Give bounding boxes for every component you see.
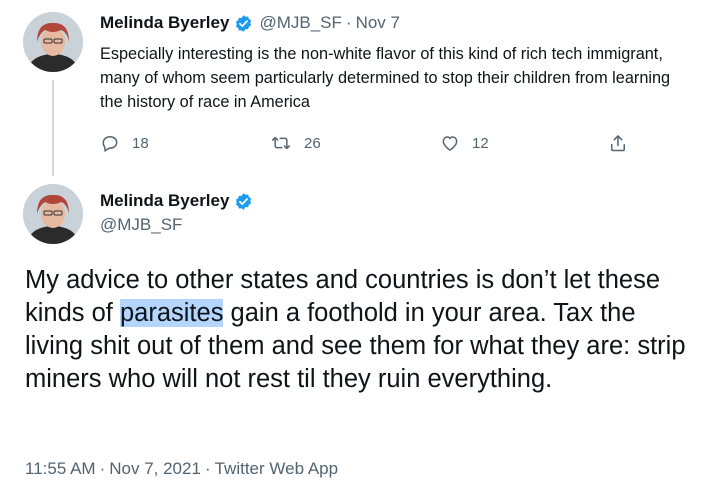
tweet-source[interactable]: Twitter Web App — [215, 459, 338, 478]
reply-icon — [100, 133, 120, 153]
tweet-timestamp[interactable]: 11:55 AM — [25, 459, 96, 478]
share-button[interactable] — [608, 131, 628, 155]
like-count: 12 — [472, 134, 489, 152]
share-icon — [608, 132, 628, 154]
thread-connector-line — [52, 80, 54, 176]
retweet-button[interactable]: 26 — [270, 131, 321, 155]
tweet-date[interactable]: Nov 7, 2021 — [109, 459, 201, 478]
like-button[interactable]: 12 — [440, 131, 489, 155]
separator-dot: · — [99, 459, 106, 478]
tweet-thread: Melinda Byerley @MJB_SF · Nov 7 Especial… — [0, 0, 701, 493]
main-tweet-text: My advice to other states and countries … — [25, 264, 697, 396]
author-handle[interactable]: @MJB_SF — [100, 215, 182, 235]
separator-dot: · — [345, 13, 352, 32]
retweet-icon — [270, 133, 292, 153]
author-handle[interactable]: @MJB_SF — [259, 13, 341, 33]
retweet-count: 26 — [304, 134, 321, 152]
verified-badge-icon — [234, 14, 253, 33]
reply-button[interactable]: 18 — [100, 131, 149, 155]
separator-dot: · — [204, 459, 211, 478]
reply-count: 18 — [132, 134, 149, 152]
verified-badge-icon — [234, 192, 253, 211]
parent-tweet-header: Melinda Byerley @MJB_SF · Nov 7 — [100, 12, 400, 34]
main-tweet-author: Melinda Byerley — [100, 190, 259, 212]
author-name[interactable]: Melinda Byerley — [100, 191, 229, 211]
avatar[interactable] — [23, 12, 83, 72]
tweet-time[interactable]: Nov 7 — [356, 13, 400, 33]
like-icon — [440, 133, 460, 153]
highlighted-word: parasites — [119, 299, 224, 327]
tweet-actions: 18 26 12 — [100, 131, 640, 155]
tweet-metadata: 11:55 AM · Nov 7, 2021 · Twitter Web App — [25, 459, 338, 479]
avatar[interactable] — [23, 184, 83, 244]
author-name[interactable]: Melinda Byerley — [100, 13, 229, 33]
parent-tweet-text: Especially interesting is the non-white … — [100, 45, 671, 111]
